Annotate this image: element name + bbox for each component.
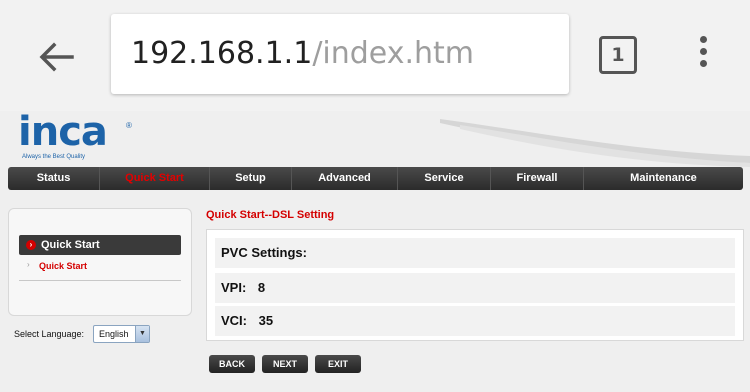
page-title: Quick Start--DSL Setting <box>206 209 335 221</box>
chevron-right-small-icon: › <box>27 260 30 269</box>
browser-toolbar: 192.168.1.1/index.htm 1 <box>0 0 750 111</box>
nav-setup[interactable]: Setup <box>210 167 292 190</box>
back-arrow-icon[interactable] <box>34 34 80 80</box>
exit-button[interactable]: EXIT <box>315 355 361 373</box>
nav-advanced[interactable]: Advanced <box>292 167 398 190</box>
tab-switcher-button[interactable]: 1 <box>599 36 637 74</box>
back-button[interactable]: BACK <box>209 355 255 373</box>
url-host: 192.168.1.1 <box>131 36 313 71</box>
url-path: /index.htm <box>312 36 475 71</box>
vci-value: 35 <box>258 313 274 328</box>
language-label: Select Language: <box>14 329 85 339</box>
sidebar-divider <box>19 280 181 281</box>
more-vertical-icon[interactable] <box>692 36 714 76</box>
logo-registered-mark: ® <box>126 121 132 130</box>
vci-row: VCI: 35 <box>215 306 735 336</box>
main-nav: Status Quick Start Setup Advanced Servic… <box>8 167 743 190</box>
nav-status[interactable]: Status <box>8 167 100 190</box>
nav-service[interactable]: Service <box>398 167 491 190</box>
nav-maintenance[interactable]: Maintenance <box>584 167 743 190</box>
chevron-down-icon[interactable]: ▼ <box>135 326 149 342</box>
sidebar-item-quick-start[interactable]: Quick Start <box>39 261 87 271</box>
router-admin-page: inca ® Always the Best Quality Status Qu… <box>0 111 750 392</box>
logo-text: inca <box>18 111 108 155</box>
language-selected-value: English <box>99 329 129 339</box>
vci-label: VCI: <box>221 313 247 328</box>
chevron-right-icon: › <box>26 240 36 250</box>
header-decoration <box>440 119 750 167</box>
nav-quick-start[interactable]: Quick Start <box>100 167 210 190</box>
pvc-settings-label: PVC Settings: <box>221 245 307 260</box>
dsl-settings-panel: PVC Settings: VPI: 8 VCI: 35 <box>206 229 744 341</box>
sidebar: › Quick Start › Quick Start <box>8 208 192 316</box>
nav-firewall[interactable]: Firewall <box>491 167 584 190</box>
url-text: 192.168.1.1/index.htm <box>131 36 474 71</box>
vpi-label: VPI: <box>221 280 247 295</box>
vpi-row: VPI: 8 <box>215 273 735 303</box>
vpi-value: 8 <box>257 280 266 295</box>
language-select[interactable]: English ▼ <box>93 325 150 343</box>
pvc-settings-row: PVC Settings: <box>215 238 735 268</box>
sidebar-heading-label: Quick Start <box>41 239 100 251</box>
sidebar-heading-quick-start[interactable]: › Quick Start <box>19 235 181 255</box>
next-button[interactable]: NEXT <box>262 355 308 373</box>
inca-logo: inca ® Always the Best Quality <box>18 111 138 163</box>
logo-tagline: Always the Best Quality <box>22 154 86 160</box>
address-bar[interactable]: 192.168.1.1/index.htm <box>111 14 569 94</box>
